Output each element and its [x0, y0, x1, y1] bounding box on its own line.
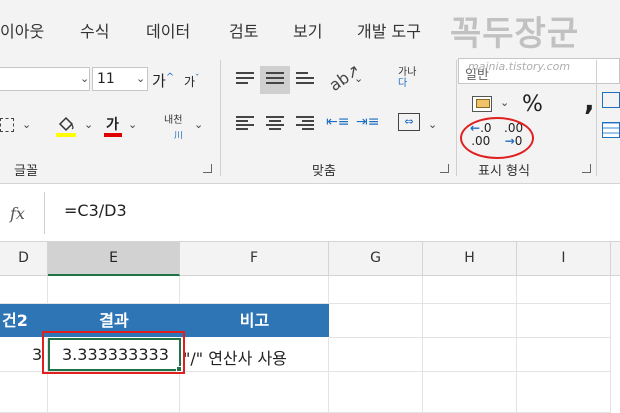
cell[interactable]	[180, 276, 329, 304]
caret-up-icon: ^	[165, 72, 175, 83]
blog-watermark: 꼭두장군	[450, 14, 580, 54]
font-name-combo[interactable]	[0, 67, 90, 91]
shrink-font-button[interactable]: 가ˇ	[184, 73, 200, 90]
column-header-e[interactable]: E	[48, 242, 180, 276]
group-divider	[456, 60, 457, 176]
cell[interactable]	[329, 276, 423, 304]
alignment-dialog-launcher-icon[interactable]	[440, 164, 449, 173]
tab-review[interactable]: 검토	[229, 18, 258, 42]
align-middle-icon[interactable]	[266, 72, 284, 86]
tab-page-layout[interactable]: 이아웃	[0, 18, 44, 42]
cell[interactable]	[48, 276, 180, 304]
font-size-value: 11	[97, 71, 115, 87]
font-dialog-launcher-icon[interactable]	[203, 164, 212, 173]
font-color-letter: 가	[106, 117, 119, 133]
font-name-dropdown-icon[interactable]: ⌄	[80, 72, 89, 85]
cell[interactable]	[329, 372, 423, 413]
cell-d3-value: 3	[32, 345, 43, 364]
font-color-dropdown-icon[interactable]: ⌄	[128, 118, 137, 131]
group-divider	[596, 60, 597, 176]
cell[interactable]	[517, 304, 611, 338]
grow-font-label: 가	[152, 72, 166, 90]
cell[interactable]	[423, 338, 517, 372]
format-as-table-icon[interactable]	[602, 122, 620, 138]
cell[interactable]	[0, 372, 48, 413]
tab-view[interactable]: 보기	[293, 18, 322, 42]
formula-bar-divider	[44, 192, 45, 234]
column-header-d[interactable]: D	[0, 242, 48, 276]
cell[interactable]	[423, 304, 517, 338]
grow-font-button[interactable]: 가^	[152, 70, 174, 91]
phonetic-guide-icon: 川	[174, 131, 184, 141]
column-header-j[interactable]	[611, 242, 620, 276]
accounting-format-icon[interactable]	[472, 96, 492, 112]
cell-f3-value: "/" 연산사 사용	[183, 349, 287, 368]
cell[interactable]	[0, 276, 48, 304]
cell[interactable]	[329, 338, 423, 372]
tab-formulas[interactable]: 수식	[80, 18, 109, 42]
tab-developer[interactable]: 개발 도구	[357, 18, 421, 42]
ribbon: ⌄ 11 ⌄ 가^ 가ˇ ⌄ ⌄ 가 ⌄ 내천 川 ⌄ 글꼴 ab↗ ⌄ 가나 …	[0, 56, 620, 184]
column-header-g[interactable]: G	[329, 242, 423, 276]
wrap-text-label-2[interactable]: 다	[398, 79, 407, 89]
cell[interactable]	[517, 338, 611, 372]
align-left-icon[interactable]	[236, 116, 254, 130]
phonetic-dropdown-icon[interactable]: ⌄	[194, 118, 203, 131]
fill-color-button[interactable]	[56, 114, 76, 142]
borders-dropdown-icon[interactable]: ⌄	[22, 118, 31, 131]
font-group-label: 글꼴	[14, 164, 38, 179]
accounting-dropdown-icon[interactable]: ⌄	[500, 96, 509, 109]
cell[interactable]	[180, 372, 329, 413]
column-header-i[interactable]: I	[517, 242, 611, 276]
number-group-label: 표시 형식	[478, 164, 530, 179]
align-bottom-icon[interactable]	[296, 72, 314, 86]
cell[interactable]	[423, 276, 517, 304]
formula-input[interactable]: =C3/D3	[64, 201, 127, 220]
orientation-dropdown-icon[interactable]: ⌄	[354, 72, 363, 85]
phonetic-guide-label[interactable]: 내천	[164, 116, 182, 126]
increase-indent-icon[interactable]: ⇥≡	[356, 114, 379, 130]
decimal-buttons-highlight	[460, 117, 534, 159]
cell[interactable]	[517, 372, 611, 413]
table-header-cell[interactable]: 건2	[0, 304, 48, 337]
font-size-dropdown-icon[interactable]: ⌄	[136, 72, 145, 85]
percent-style-button[interactable]: %	[522, 92, 543, 117]
formula-bar: fx =C3/D3	[0, 184, 620, 242]
borders-icon[interactable]	[0, 118, 14, 132]
column-header-f[interactable]: F	[180, 242, 329, 276]
merge-center-icon[interactable]: ⇔	[398, 113, 420, 131]
align-right-icon[interactable]	[296, 116, 314, 130]
result-cell-highlight	[42, 331, 185, 374]
tab-data[interactable]: 데이터	[146, 18, 190, 42]
insert-function-button[interactable]: fx	[0, 184, 44, 242]
merge-dropdown-icon[interactable]: ⌄	[428, 118, 437, 131]
cell[interactable]	[48, 372, 180, 413]
alignment-group-label: 맞춤	[312, 164, 336, 179]
cell[interactable]	[517, 276, 611, 304]
ribbon-tab-bar: 이아웃 수식 데이터 검토 보기 개발 도구 꼭두장군	[0, 0, 620, 56]
caret-down-icon: ˇ	[195, 74, 200, 84]
font-color-swatch	[104, 133, 122, 137]
cell[interactable]	[423, 372, 517, 413]
paint-bucket-icon	[56, 116, 76, 137]
shrink-font-label: 가	[184, 75, 196, 89]
group-divider	[220, 60, 221, 176]
fill-color-dropdown-icon[interactable]: ⌄	[84, 118, 93, 131]
align-center-icon[interactable]	[266, 116, 284, 130]
conditional-format-icon[interactable]	[602, 92, 620, 108]
blog-url-watermark: mainia.tistory.com	[468, 60, 571, 73]
column-header-h[interactable]: H	[423, 242, 517, 276]
wrap-text-label-1[interactable]: 가나	[398, 68, 416, 78]
font-color-button[interactable]: 가	[106, 114, 119, 134]
table-header-cell[interactable]: 비고	[180, 304, 329, 337]
comma-style-button[interactable]: ,	[584, 84, 595, 117]
decrease-indent-icon[interactable]: ⇤≡	[326, 114, 349, 130]
cell[interactable]	[329, 304, 423, 338]
align-top-icon[interactable]	[236, 72, 254, 86]
number-dialog-launcher-icon[interactable]	[582, 164, 591, 173]
